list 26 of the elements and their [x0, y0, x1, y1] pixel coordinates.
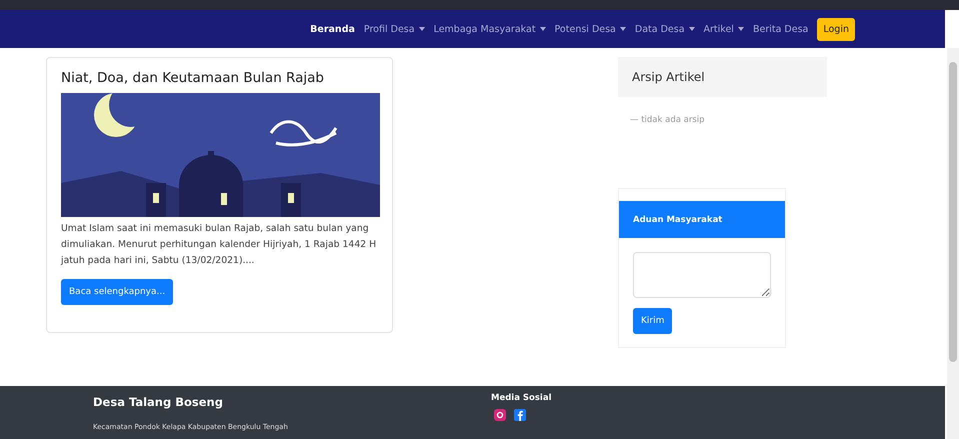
nav-link[interactable]: Berita Desa — [752, 24, 808, 34]
facebook-icon[interactable] — [514, 409, 526, 421]
scrollbar[interactable] — [947, 48, 959, 439]
send-button[interactable]: Kirim — [633, 308, 672, 334]
nav-dropdown[interactable]: Data Desa — [634, 24, 695, 34]
nav-dropdown[interactable]: Artikel — [704, 24, 744, 34]
footer-title: Desa Talang Boseng — [93, 395, 224, 409]
nav-dropdown[interactable]: Lembaga Masyarakat — [434, 24, 546, 34]
login-button[interactable]: Login — [817, 18, 855, 40]
caret-icon — [620, 27, 626, 31]
read-more-button[interactable]: Baca selengkapnya... — [61, 279, 174, 305]
caret-icon — [738, 27, 744, 31]
article-excerpt: Umat Islam saat ini memasuki bulan Rajab, salah satu bulan yang dimuliakan. Menurut perhitungan kalender Hijriyah, 1 Rajab 1442 H jatuh pada hari ini, Sabtu (13/02/2021).... — [61, 222, 378, 268]
complaint-heading: Aduan Masyarakat — [619, 201, 785, 238]
nav-dropdown[interactable]: Profil Desa — [364, 24, 425, 34]
nav-dropdown[interactable]: Potensi Desa — [554, 24, 626, 34]
archive-heading: Arsip Artikel — [618, 57, 827, 97]
complaint-input-field[interactable] — [633, 252, 771, 298]
caret-icon — [540, 27, 546, 31]
caret-icon — [418, 27, 425, 31]
nav-link[interactable]: Beranda — [310, 24, 355, 34]
article-title: Niat, Doa, dan Keutamaan Bulan Rajab — [61, 70, 325, 86]
caret-icon — [688, 27, 695, 31]
archive-empty-text: — tidak ada arsip — [630, 115, 706, 125]
instagram-icon[interactable] — [494, 409, 506, 421]
social-heading: Media Sosial — [491, 393, 552, 403]
